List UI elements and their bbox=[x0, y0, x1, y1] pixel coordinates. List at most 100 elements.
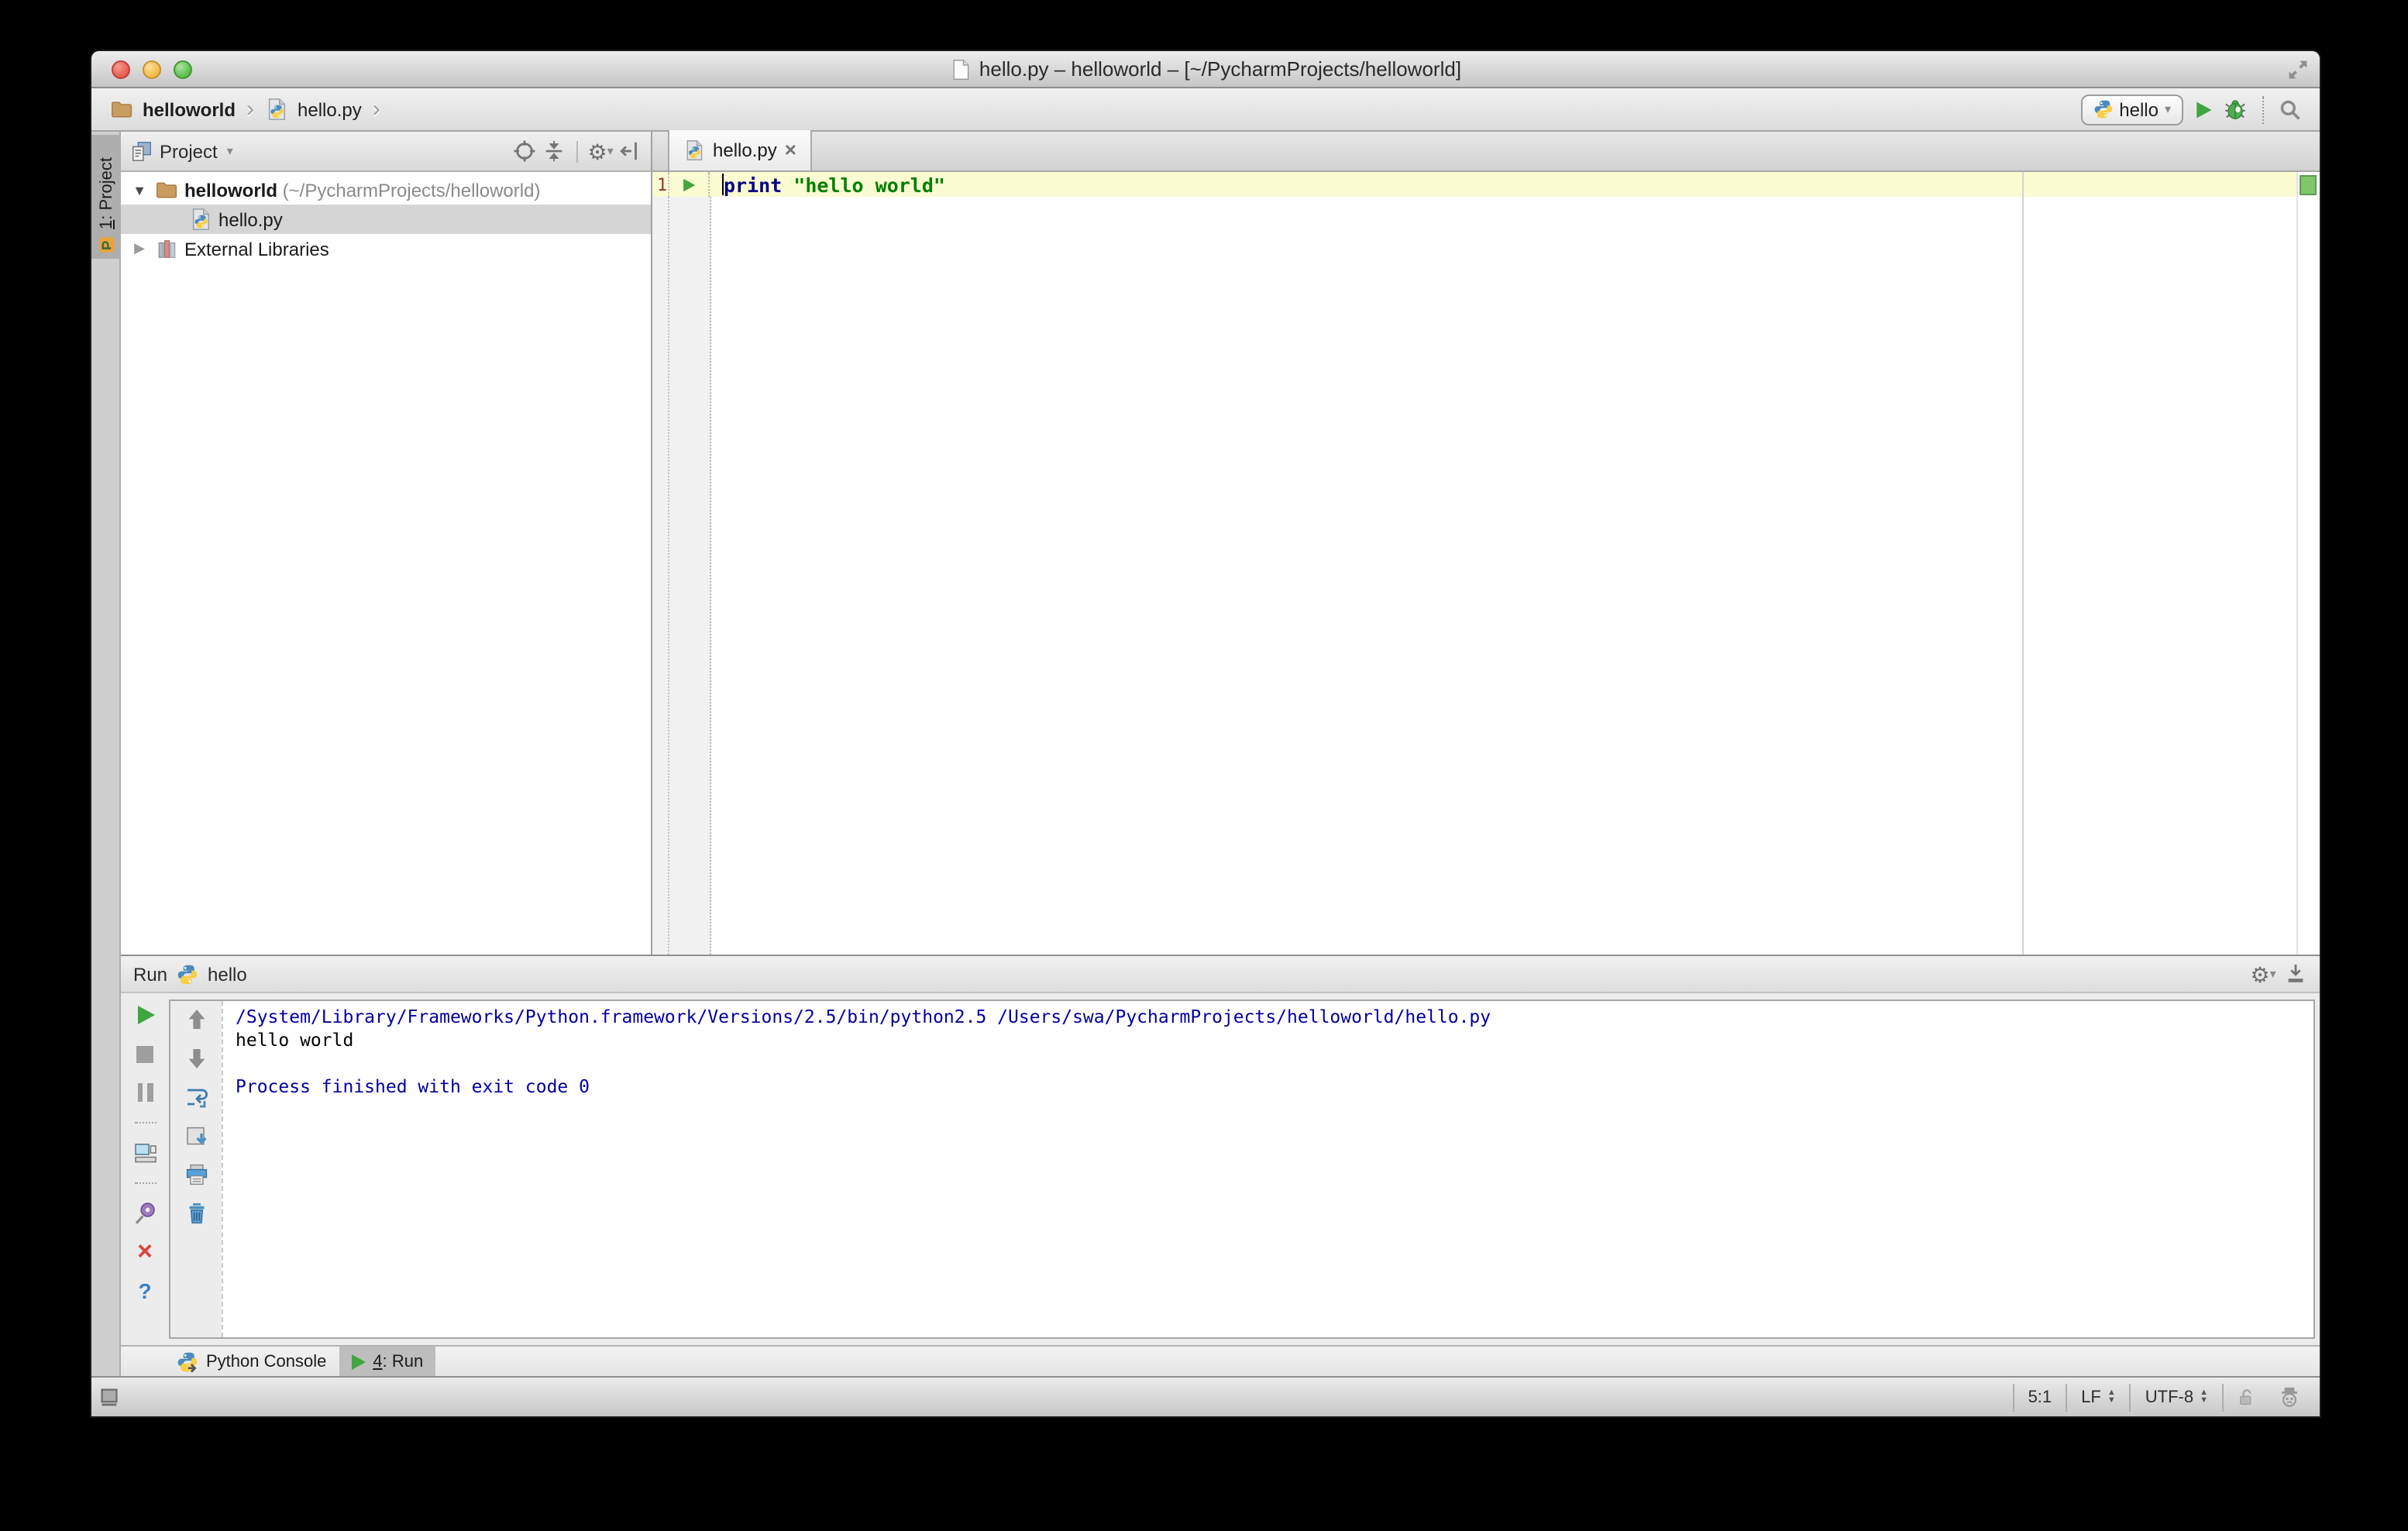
pin-tab-icon[interactable] bbox=[132, 1201, 157, 1226]
run-toolbar: × ? bbox=[121, 999, 169, 1339]
close-panel-icon[interactable]: × bbox=[132, 1238, 157, 1264]
code-line: print "hello world" bbox=[722, 173, 945, 196]
python-file-icon bbox=[683, 139, 705, 161]
editor-tab-bar: hello.py × bbox=[652, 130, 2320, 172]
desktop: hello.py – helloworld – [~/PycharmProjec… bbox=[0, 0, 2408, 1531]
toolbar-separator bbox=[2262, 95, 2264, 123]
console-output[interactable]: /System/Library/Frameworks/Python.framew… bbox=[222, 1001, 2313, 1337]
hide-panel-icon[interactable] bbox=[2284, 962, 2307, 986]
tree-row-external-libraries[interactable]: ▶ External Libraries bbox=[121, 234, 651, 263]
collapse-all-icon[interactable] bbox=[542, 139, 566, 163]
hide-panel-icon[interactable] bbox=[618, 139, 642, 163]
tree-row-hello-py[interactable]: hello.py bbox=[121, 205, 651, 234]
run-panel-config: hello bbox=[208, 963, 247, 985]
soft-wraps-icon[interactable] bbox=[184, 1085, 208, 1110]
updown-arrows-icon: ▲ ▼ bbox=[2107, 1388, 2116, 1405]
run-tool-window: Run hello ⚙ ▾ × ? /System/Library/Framew… bbox=[121, 955, 2320, 1345]
bottom-tool-window-bar: Python Console 4: Run bbox=[121, 1345, 2320, 1376]
run-panel-header[interactable]: Run hello ⚙ ▾ bbox=[121, 956, 2320, 993]
document-icon bbox=[950, 58, 972, 80]
console-command-line: /System/Library/Frameworks/Python.framew… bbox=[236, 1006, 1491, 1027]
folder-icon bbox=[110, 98, 133, 121]
console-stdout-line: hello world bbox=[236, 1029, 354, 1051]
minimize-window-button[interactable] bbox=[143, 60, 161, 79]
run-panel-title: Run bbox=[133, 963, 168, 985]
close-window-button[interactable] bbox=[112, 60, 130, 79]
rerun-button[interactable] bbox=[132, 1003, 157, 1027]
debug-button[interactable] bbox=[2224, 98, 2247, 121]
project-view-icon bbox=[130, 139, 153, 163]
project-tool-window-button[interactable]: 1: Project bbox=[91, 135, 121, 259]
pycharm-icon bbox=[97, 236, 115, 254]
editor-gutter bbox=[652, 197, 711, 955]
up-stack-trace-icon[interactable] bbox=[184, 1007, 208, 1032]
updown-arrows-icon: ▲ ▼ bbox=[2200, 1388, 2208, 1405]
console-toolbar bbox=[170, 1001, 222, 1337]
close-tab-icon[interactable]: × bbox=[785, 139, 796, 160]
python-icon bbox=[177, 963, 198, 985]
left-tool-window-strip: 1: Project bbox=[91, 132, 121, 1376]
search-everywhere-icon[interactable] bbox=[2279, 98, 2301, 120]
status-bar: 5:1 LF ▲ ▼ UTF-8 ▲ ▼ bbox=[91, 1376, 2320, 1416]
line-separator-select[interactable]: LF ▲ ▼ bbox=[2066, 1383, 2130, 1411]
console-frame: /System/Library/Frameworks/Python.framew… bbox=[169, 999, 2315, 1339]
run-line-icon[interactable] bbox=[680, 176, 697, 193]
run-icon bbox=[351, 1354, 366, 1369]
scroll-from-source-icon[interactable] bbox=[513, 139, 536, 163]
settings-gear-icon[interactable]: ⚙ ▾ bbox=[587, 139, 613, 163]
run-configuration-select[interactable]: hello ▾ bbox=[2080, 94, 2183, 125]
chevron-right-icon: › bbox=[372, 96, 380, 122]
project-panel-title[interactable]: Project bbox=[160, 140, 218, 162]
scroll-to-end-icon[interactable] bbox=[184, 1123, 208, 1148]
pycharm-window: hello.py – helloworld – [~/PycharmProjec… bbox=[91, 51, 2320, 1416]
project-tree: ▼ helloworld (~/PycharmProjects/hellowor… bbox=[121, 172, 651, 955]
breadcrumb-project[interactable]: helloworld bbox=[143, 98, 236, 120]
pause-output-button[interactable] bbox=[132, 1080, 157, 1105]
python-console-icon bbox=[177, 1350, 198, 1372]
read-only-lock-icon[interactable] bbox=[2236, 1387, 2256, 1407]
error-stripe bbox=[2296, 172, 2320, 955]
title-bar[interactable]: hello.py – helloworld – [~/PycharmProjec… bbox=[91, 51, 2320, 88]
clear-all-icon[interactable] bbox=[184, 1201, 208, 1226]
encoding-select[interactable]: UTF-8 ▲ ▼ bbox=[2129, 1383, 2222, 1411]
stop-button[interactable] bbox=[132, 1041, 157, 1066]
window-title: hello.py – helloworld – [~/PycharmProjec… bbox=[979, 57, 1462, 81]
fullscreen-icon[interactable] bbox=[2287, 59, 2309, 81]
folder-icon bbox=[155, 178, 178, 201]
toolbar-separator bbox=[134, 1182, 156, 1184]
project-panel: Project ▾ ⚙ ▾ ▼ helloworld (~/PycharmPro… bbox=[121, 132, 652, 955]
toggle-toolbars-icon[interactable] bbox=[99, 1387, 119, 1407]
python-console-button[interactable]: Python Console bbox=[164, 1347, 339, 1376]
tree-row-project-root[interactable]: ▼ helloworld (~/PycharmProjects/hellowor… bbox=[121, 175, 651, 205]
run-configuration-label: hello bbox=[2119, 98, 2159, 120]
chevron-down-icon[interactable]: ▾ bbox=[227, 144, 233, 158]
caret-position[interactable]: 5:1 bbox=[2012, 1383, 2066, 1411]
zoom-window-button[interactable] bbox=[174, 60, 192, 79]
right-margin-guide bbox=[2022, 172, 2024, 955]
breadcrumb-file[interactable]: hello.py bbox=[298, 98, 362, 120]
python-icon bbox=[2093, 99, 2113, 119]
run-tool-window-button[interactable]: 4: Run bbox=[339, 1347, 436, 1376]
print-icon[interactable] bbox=[184, 1162, 208, 1187]
tab-hello-py[interactable]: hello.py × bbox=[668, 130, 812, 170]
settings-gear-icon[interactable]: ⚙ ▾ bbox=[2250, 962, 2276, 986]
expand-closed-icon[interactable]: ▶ bbox=[130, 240, 149, 257]
expand-open-icon[interactable]: ▼ bbox=[130, 182, 149, 198]
line-number: 1 bbox=[652, 172, 669, 197]
traffic-lights bbox=[112, 60, 192, 79]
chevron-right-icon: › bbox=[246, 96, 254, 122]
down-stack-trace-icon[interactable] bbox=[184, 1046, 208, 1071]
library-icon bbox=[155, 237, 178, 260]
navigation-bar: helloworld › hello.py › hello ▾ bbox=[91, 88, 2320, 132]
console-exit-line: Process finished with exit code 0 bbox=[236, 1075, 590, 1097]
toolbar-separator bbox=[134, 1122, 156, 1123]
editor-area: hello.py × 1 print "hello world" bbox=[652, 130, 2320, 955]
inspection-status-indicator[interactable] bbox=[2300, 175, 2317, 195]
code-editor[interactable]: 1 print "hello world" bbox=[652, 172, 2320, 955]
run-button[interactable] bbox=[2193, 98, 2214, 120]
show-console-icon[interactable] bbox=[132, 1141, 157, 1165]
help-icon[interactable]: ? bbox=[132, 1278, 157, 1303]
highlighting-level-icon[interactable] bbox=[2278, 1385, 2301, 1409]
project-panel-header: Project ▾ ⚙ ▾ bbox=[121, 132, 651, 172]
